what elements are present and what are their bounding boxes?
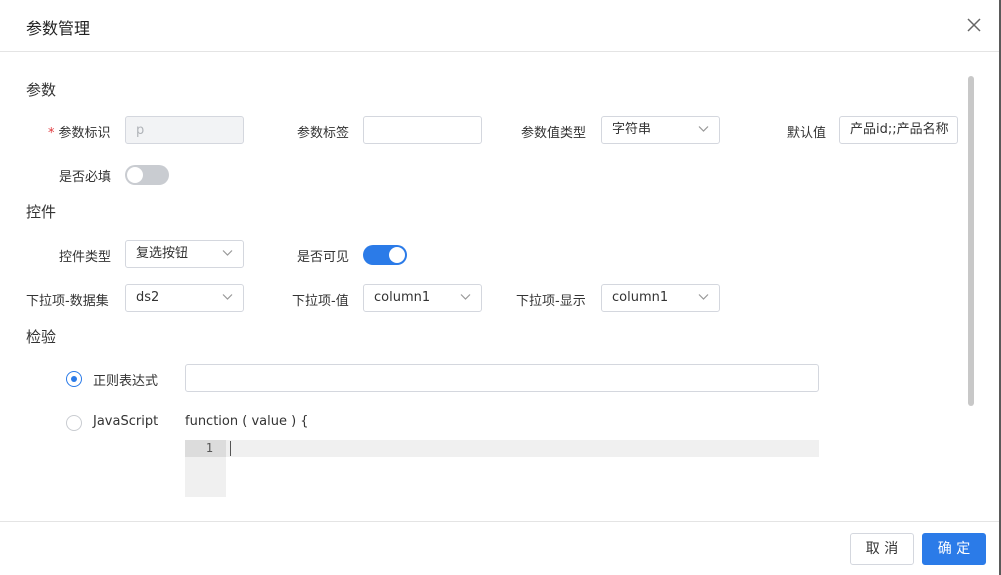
javascript-radio-label[interactable]: JavaScript [93,414,158,429]
dataset-select[interactable]: ds2 [125,284,244,312]
confirm-button[interactable]: 确 定 [922,533,986,565]
param-id-input[interactable] [125,116,244,144]
text-cursor [230,441,231,456]
dropdown-display-selected: column1 [612,290,669,305]
chevron-down-icon [698,126,709,132]
regex-input[interactable] [185,364,819,392]
cancel-button[interactable]: 取 消 [850,533,914,565]
section-title-control: 控件 [26,203,57,221]
regex-radio[interactable] [66,371,82,387]
toggle-knob [127,167,143,183]
dataset-label: 下拉项-数据集 [26,294,109,309]
chevron-down-icon [222,250,233,256]
close-icon[interactable] [964,15,984,35]
param-value-type-label: 参数值类型 [521,126,587,141]
javascript-radio[interactable] [66,415,82,431]
line-number: 1 [205,441,213,455]
param-value-type-select[interactable]: 字符串 [601,116,720,144]
dialog-body: 参数 *参数标识 参数标签 参数值类型 字符串 默认值 产品id;;产品名称 是… [0,52,1001,521]
toggle-knob [389,247,405,263]
control-type-select[interactable]: 复选按钮 [125,240,244,268]
visible-toggle[interactable] [363,245,407,265]
dropdown-display-select[interactable]: column1 [601,284,720,312]
dropdown-value-select[interactable]: column1 [363,284,482,312]
required-toggle-label: 是否必填 [59,170,112,185]
param-tag-input[interactable] [363,116,482,144]
visible-toggle-label: 是否可见 [297,250,350,265]
function-signature: function ( value ) { [185,414,309,429]
dialog-header: 参数管理 [0,0,1001,52]
chevron-down-icon [222,294,233,300]
dialog-title: 参数管理 [26,19,91,38]
editor-active-line [226,440,819,457]
dialog-footer: 取 消 确 定 [0,521,1001,575]
chevron-down-icon [698,294,709,300]
param-id-label: * 参数标识 [48,126,111,141]
dropdown-value-selected: column1 [374,290,431,305]
section-title-validation: 检验 [26,328,57,346]
regex-radio-label[interactable]: 正则表达式 [93,370,158,389]
dropdown-display-label: 下拉项-显示 [516,294,586,309]
control-type-label: 控件类型 [59,250,112,265]
default-value-label: 默认值 [787,126,827,141]
code-editor[interactable]: 1 [185,440,819,497]
section-title-param: 参数 [26,81,57,99]
control-type-selected: 复选按钮 [136,246,189,261]
required-mark: * [48,126,55,141]
param-value-type-selected: 字符串 [612,122,652,137]
scrollbar-thumb[interactable] [968,76,974,406]
default-value-input[interactable]: 产品id;;产品名称 [839,116,958,144]
chevron-down-icon [460,294,471,300]
dataset-selected: ds2 [136,290,160,305]
required-toggle[interactable] [125,165,169,185]
param-manage-dialog: 参数管理 参数 *参数标识 参数标签 参数值类型 字符串 默认值 产品id;;产… [0,0,1001,575]
param-tag-label: 参数标签 [297,126,350,141]
dropdown-value-label: 下拉项-值 [292,294,349,309]
